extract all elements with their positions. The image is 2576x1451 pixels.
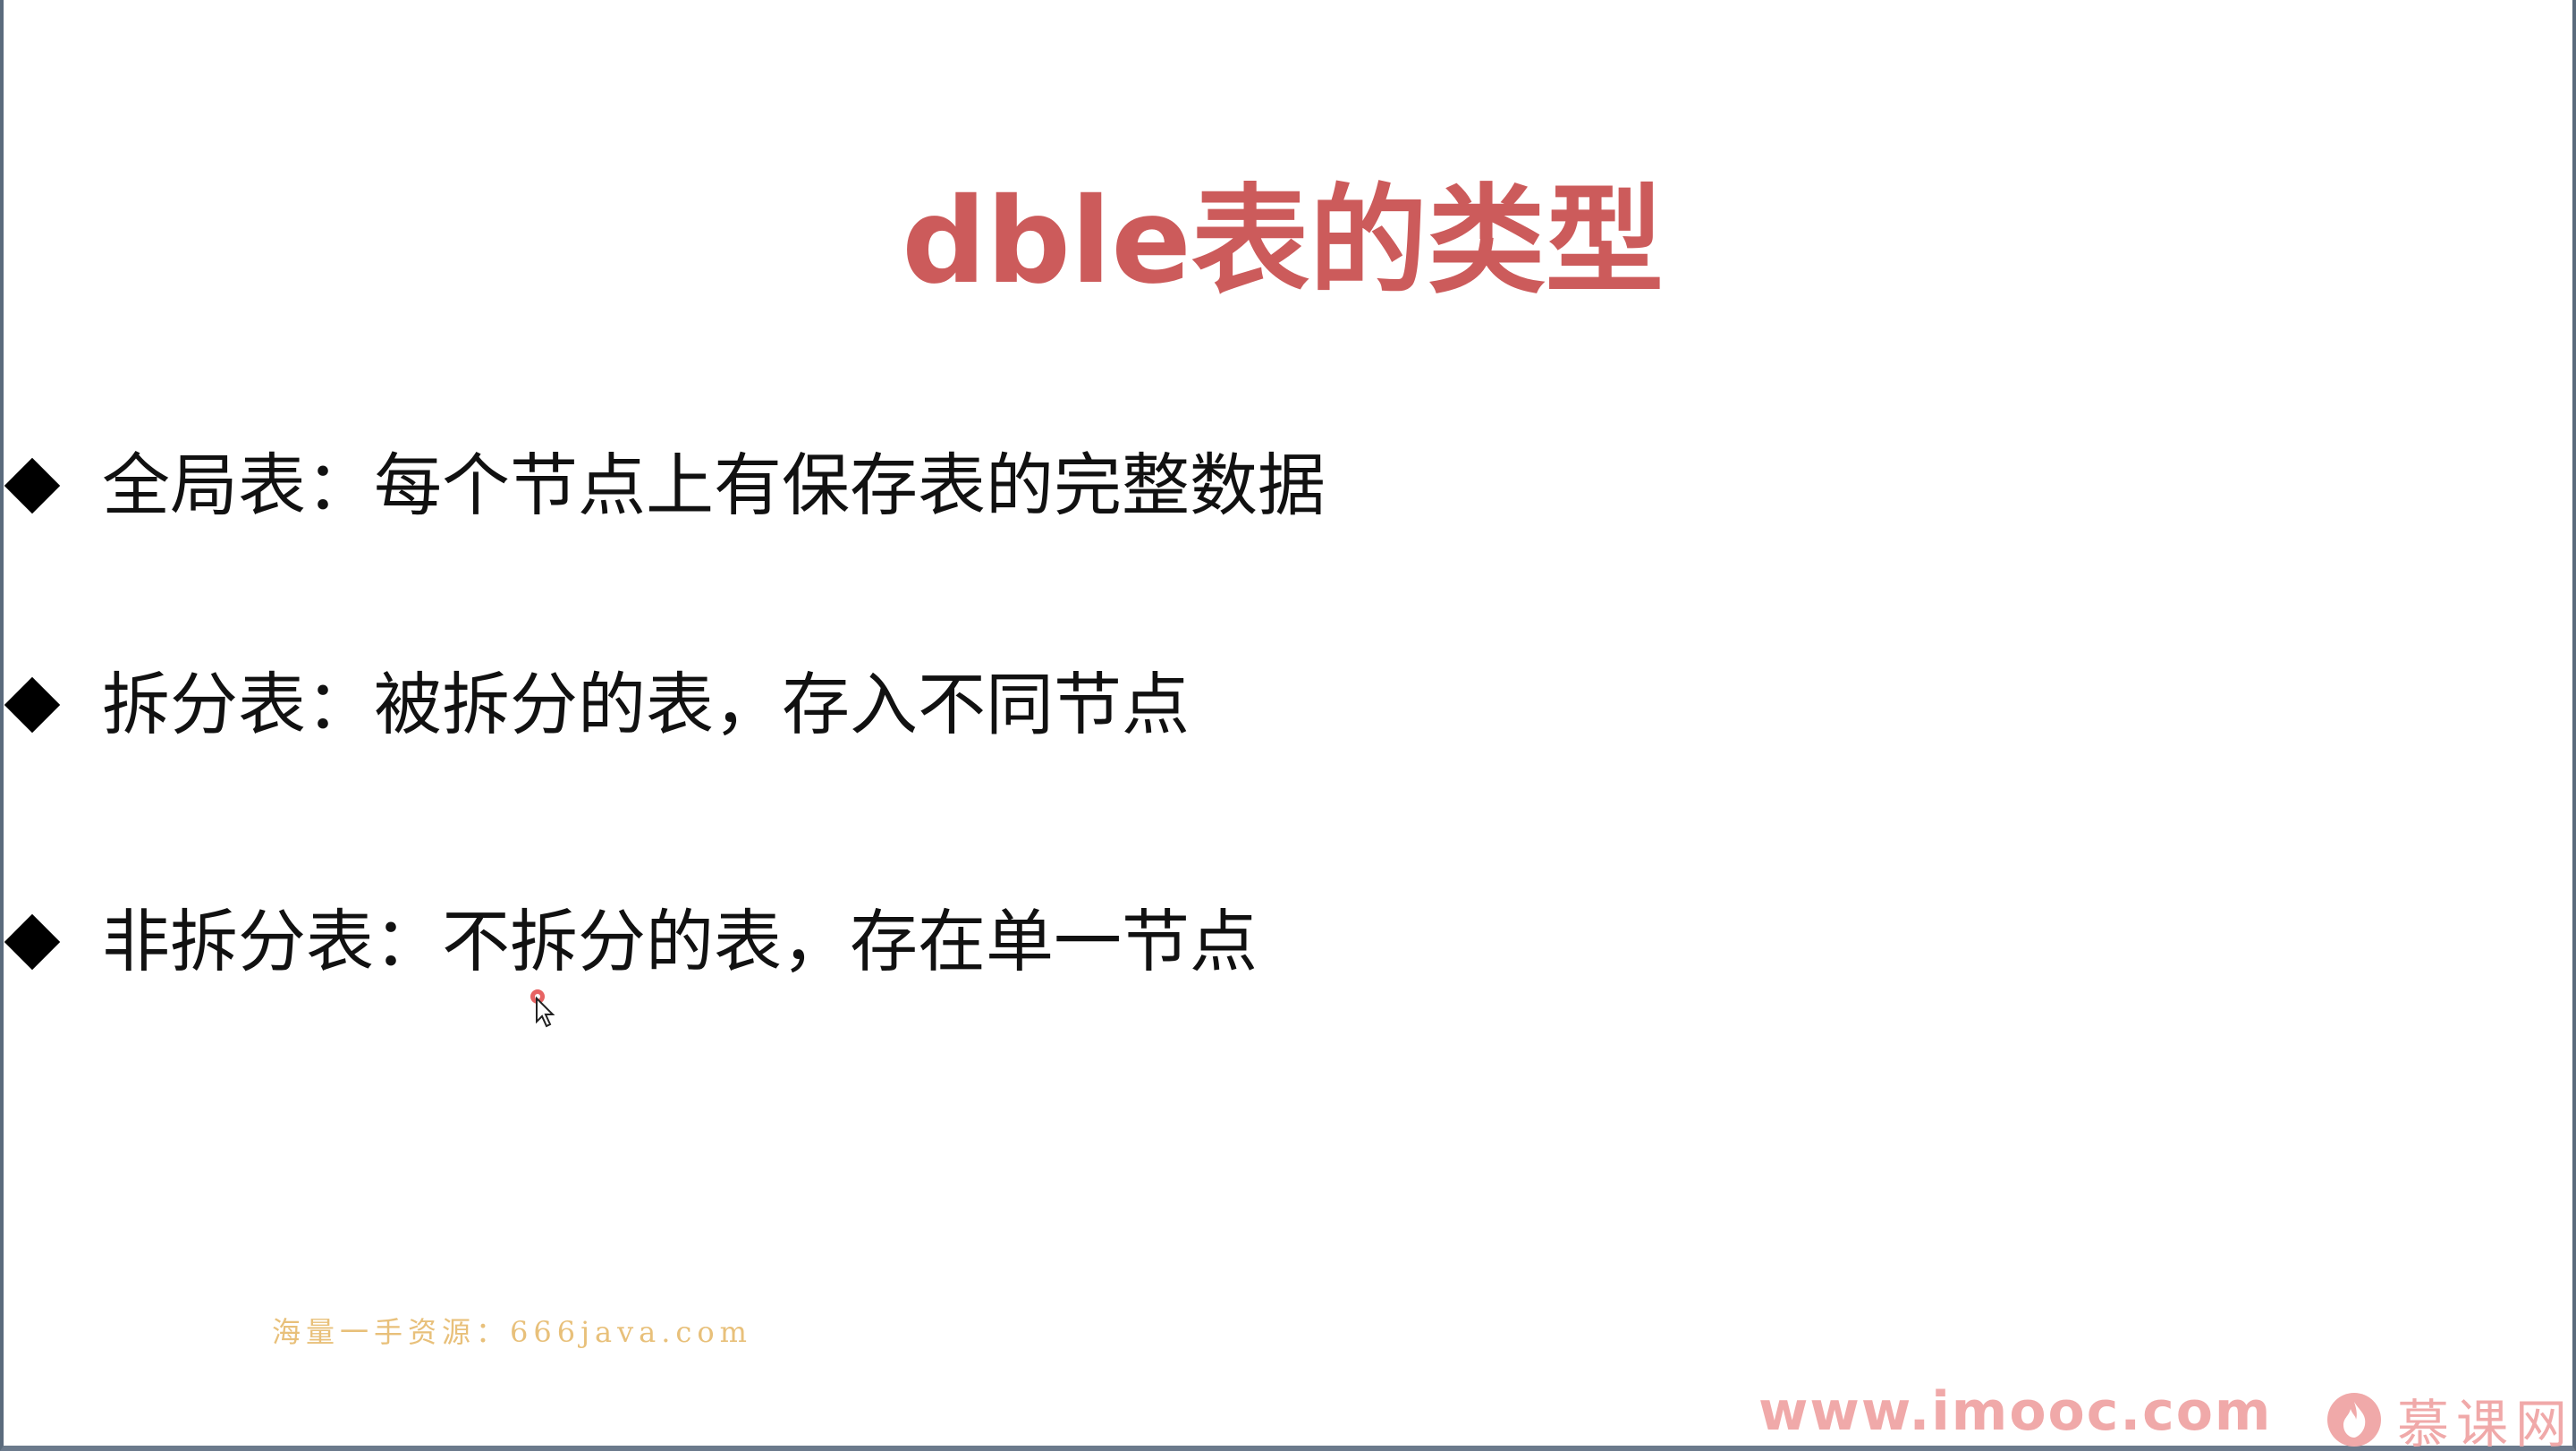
brand-logo: 慕课网 xyxy=(2326,1382,2574,1451)
watermark-text: 海量一手资源：666java.com xyxy=(272,1315,752,1349)
bullet-text: 非拆分表：不拆分的表，存在单一节点 xyxy=(102,902,1258,981)
flame-icon xyxy=(2327,1393,2381,1447)
bullet-item-sharding-table: 拆分表：被拆分的表，存入不同节点 xyxy=(4,660,1190,750)
bullet-item-global-table: 全局表：每个节点上有保存表的完整数据 xyxy=(4,441,1326,530)
diamond-bullet-icon xyxy=(4,676,61,734)
diamond-bullet-icon xyxy=(4,913,61,971)
slide: dble表的类型 全局表：每个节点上有保存表的完整数据 拆分表：被拆分的表，存入… xyxy=(0,0,2576,1451)
brand-url: www.imooc.com xyxy=(1758,1380,2273,1443)
slide-title: dble表的类型 xyxy=(4,174,2576,309)
diamond-bullet-icon xyxy=(4,457,61,514)
mouse-pointer-icon xyxy=(530,989,555,1028)
bullet-item-non-sharding-table: 非拆分表：不拆分的表，存在单一节点 xyxy=(4,897,1258,987)
bullet-text: 全局表：每个节点上有保存表的完整数据 xyxy=(102,445,1326,525)
bullet-text: 拆分表：被拆分的表，存入不同节点 xyxy=(102,665,1190,744)
slide-title-text: dble表的类型 xyxy=(902,173,1664,310)
brand-logo-text: 慕课网 xyxy=(2397,1394,2575,1451)
